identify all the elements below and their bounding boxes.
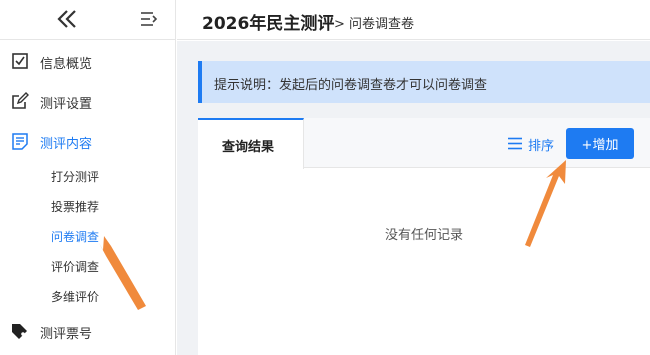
notice-text: 提示说明：发起后的问卷调查卷才可以问卷调查 [214,78,488,93]
tab-bar: 查询结果 排序 +增加 [198,118,650,169]
sidebar-subitem-voting[interactable]: 投票推荐 [51,198,99,215]
sidebar-item-label: 测评设置 [40,97,93,112]
sidebar-item-ticket-numbers[interactable]: 测评票号 [0,311,176,351]
list-icon [12,133,28,150]
sidebar-top-bar [0,0,175,40]
sidebar-item-overview[interactable]: 信息概览 [0,41,176,81]
sidebar-subitem-scoring[interactable]: 打分测评 [51,168,99,185]
notice-banner: 提示说明：发起后的问卷调查卷才可以问卷调查 [198,61,650,103]
main-content: 提示说明：发起后的问卷调查卷才可以问卷调查 查询结果 排序 +增加 没有任何记录 [177,41,650,355]
tab-label: 查询结果 [222,140,275,155]
page-title: 2026年民主测评 [202,14,335,34]
sidebar-item-settings[interactable]: 测评设置 [0,81,176,121]
sidebar-subitem-questionnaire[interactable]: 问卷调查 [51,228,99,245]
tag-icon [12,324,27,339]
empty-state-text: 没有任何记录 [384,228,463,243]
breadcrumb: > 问卷调查卷 [334,17,415,32]
sidebar-item-label: 测评内容 [40,137,93,152]
checkbox-icon [12,53,28,69]
edit-icon [12,92,29,109]
sidebar: 信息概览 测评设置 测评内容 打分测评 投票推荐 问卷调查 评价调查 多维评价 … [0,0,176,355]
menu-fold-icon[interactable] [140,10,158,28]
list-lines-icon [508,137,522,150]
sidebar-item-label: 测评票号 [40,327,93,342]
tab-query-results[interactable]: 查询结果 [198,118,304,169]
page-header: 2026年民主测评 > 问卷调查卷 [177,0,650,40]
results-panel: 查询结果 排序 +增加 没有任何记录 [198,118,650,355]
sort-label: 排序 [528,139,555,154]
sidebar-item-label: 信息概览 [40,57,93,72]
double-chevron-left-icon[interactable] [56,8,78,30]
add-button[interactable]: +增加 [566,128,634,159]
sidebar-item-content[interactable]: 测评内容 [0,121,176,161]
sidebar-subitem-multidimensional[interactable]: 多维评价 [51,288,99,305]
sidebar-subitem-evaluation[interactable]: 评价调查 [51,258,99,275]
